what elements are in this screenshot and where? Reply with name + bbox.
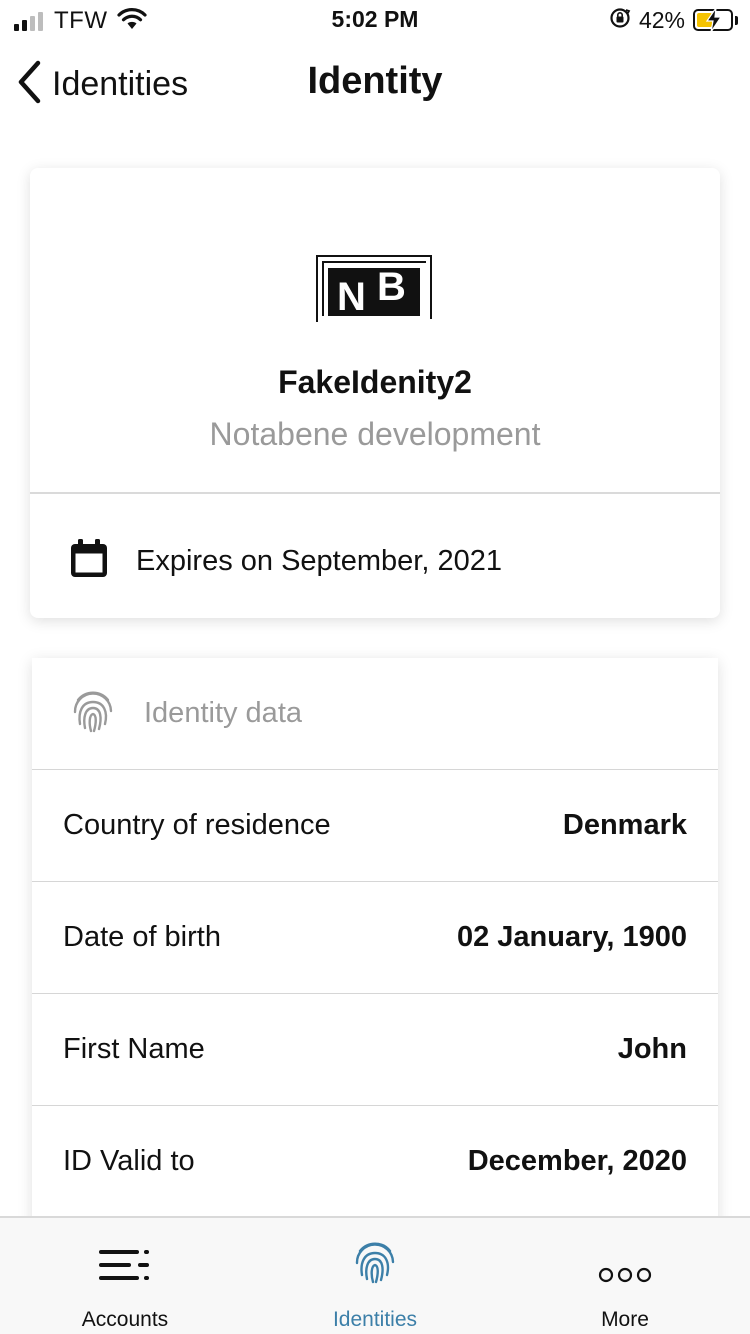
tab-identities[interactable]: Identities — [250, 1218, 500, 1334]
data-row-date-of-birth: Date of birth 02 January, 1900 — [32, 882, 718, 994]
card-divider — [30, 492, 720, 494]
fingerprint-icon — [250, 1238, 500, 1286]
rotation-lock-icon — [609, 7, 631, 34]
tab-label: Identities — [332, 1308, 418, 1331]
row-label: Date of birth — [63, 921, 221, 953]
tab-bar: Accounts Identities More — [0, 1216, 750, 1334]
tab-label: Accounts — [81, 1308, 169, 1331]
expiry-row: Expires on September, 2021 — [68, 538, 502, 585]
svg-text:N: N — [337, 275, 366, 319]
row-label: ID Valid to — [63, 1145, 195, 1177]
identity-issuer: Notabene development — [209, 416, 541, 452]
expiry-text: Expires on September, 2021 — [136, 545, 502, 577]
row-value: John — [617, 1033, 687, 1065]
data-row-country: Country of residence Denmark — [32, 770, 718, 882]
fingerprint-icon — [70, 688, 116, 739]
data-row-first-name: First Name John — [32, 994, 718, 1106]
calendar-icon — [68, 538, 110, 585]
identity-card: N B FakeIdenity2 Notabene development Ex… — [30, 168, 720, 618]
battery-charging-icon — [693, 7, 733, 33]
accounts-list-icon — [0, 1248, 250, 1282]
status-bar: TFW 5:02 PM 42% — [0, 0, 750, 40]
data-row-id-valid-to: ID Valid to December, 2020 — [32, 1106, 718, 1218]
identity-name: FakeIdenity2 — [278, 364, 472, 400]
identity-data-card: Identity data Country of residence Denma… — [32, 658, 718, 1258]
tab-more[interactable]: More — [500, 1218, 750, 1334]
identity-data-header: Identity data — [32, 658, 718, 770]
more-dots-icon — [500, 1266, 750, 1284]
row-value: 02 January, 1900 — [456, 921, 687, 953]
row-value: December, 2020 — [467, 1145, 687, 1177]
navigation-bar: Identities Identity — [0, 44, 750, 124]
battery-percent: 42% — [638, 6, 685, 33]
tab-label: More — [601, 1308, 649, 1331]
notabene-logo: N B — [314, 252, 436, 327]
tab-accounts[interactable]: Accounts — [0, 1218, 250, 1334]
identity-screen: TFW 5:02 PM 42% Identities Identity N B … — [0, 0, 750, 1334]
row-label: First Name — [63, 1033, 205, 1065]
identity-data-label: Identity data — [144, 697, 302, 729]
row-value: Denmark — [562, 809, 687, 841]
page-title: Identity — [307, 60, 443, 102]
battery-nub — [735, 15, 738, 25]
svg-text:B: B — [377, 265, 406, 309]
row-label: Country of residence — [63, 809, 331, 841]
status-right: 42% — [609, 6, 738, 34]
